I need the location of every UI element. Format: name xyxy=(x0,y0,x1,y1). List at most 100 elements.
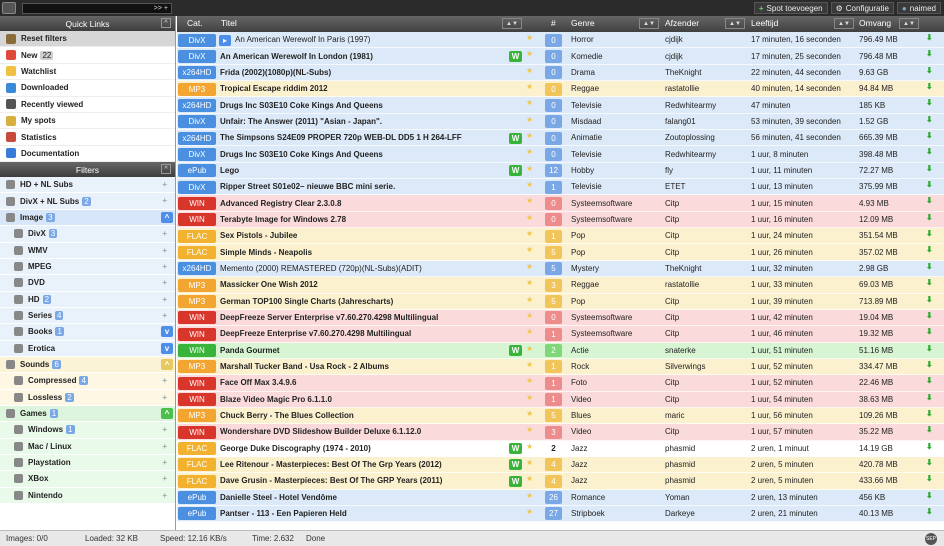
filter-item[interactable]: MPEG + xyxy=(0,258,175,276)
table-row[interactable]: DivX An American Werewolf In London (1981… xyxy=(177,48,944,65)
category-badge[interactable]: DivX xyxy=(178,33,216,47)
spot-title[interactable]: Simple Minds - Neapolis xyxy=(220,248,505,257)
table-row[interactable]: FLAC Lee Ritenour - Masterpieces: Best Of… xyxy=(177,456,944,474)
table-row[interactable]: x264HD The Simpsons S24E09 PROPER 720p WE… xyxy=(177,130,944,147)
sender-cell[interactable]: Darkeye xyxy=(665,509,695,518)
table-row[interactable]: x264HD Frida (2002)(1080p)(NL-Subs) ★ 0 Dram… xyxy=(177,64,944,82)
watchlist-star-icon[interactable]: ★ xyxy=(526,491,533,500)
download-arrow-icon[interactable]: ⬇ xyxy=(926,376,933,385)
header-age[interactable]: Leeftijd xyxy=(751,18,778,28)
category-badge[interactable]: WIN xyxy=(178,376,216,390)
download-arrow-icon[interactable]: ⬇ xyxy=(926,311,933,320)
spot-title[interactable]: An American Werewolf In London (1981) xyxy=(220,52,505,61)
download-arrow-icon[interactable]: ⬇ xyxy=(926,393,933,402)
header-title[interactable]: Titel xyxy=(221,18,237,28)
filter-item[interactable]: Lossless 2 + xyxy=(0,389,175,406)
download-arrow-icon[interactable]: ⬇ xyxy=(926,409,933,418)
filter-item[interactable]: HD 2 + xyxy=(0,291,175,308)
filter-item[interactable]: Erotica v xyxy=(0,340,175,357)
category-badge[interactable]: ePub xyxy=(178,491,216,505)
category-badge[interactable]: MP3 xyxy=(178,82,216,96)
spot-title[interactable]: Drugs Inc S03E10 Coke Kings And Queens xyxy=(220,150,505,159)
download-arrow-icon[interactable]: ⬇ xyxy=(926,49,933,58)
watchlist-star-icon[interactable]: ★ xyxy=(526,115,533,124)
watchlist-star-icon[interactable]: ★ xyxy=(526,98,533,107)
spot-title[interactable]: Danielle Steel - Hotel Vendôme xyxy=(220,493,505,502)
download-arrow-icon[interactable]: ⬇ xyxy=(926,229,933,238)
download-arrow-icon[interactable]: ⬇ xyxy=(926,180,933,189)
sender-cell[interactable]: ETET xyxy=(665,182,685,191)
filter-item[interactable]: DivX 3 + xyxy=(0,226,175,243)
category-badge[interactable]: x264HD xyxy=(178,262,216,276)
download-arrow-icon[interactable]: ⬇ xyxy=(926,458,933,467)
filter-item[interactable]: HD + NL Subs + xyxy=(0,177,175,194)
sort-size-icon[interactable]: ▲▼ xyxy=(899,18,919,29)
filter-toggle-icon[interactable]: v xyxy=(161,342,173,354)
watchlist-star-icon[interactable]: ★ xyxy=(526,295,533,304)
watchlist-star-icon[interactable]: ★ xyxy=(526,409,533,418)
category-badge[interactable]: DivX xyxy=(178,147,216,161)
category-badge[interactable]: WIN xyxy=(178,425,216,439)
spot-title[interactable]: Massicker One Wish 2012 xyxy=(220,280,505,289)
spot-title[interactable]: Lee Ritenour - Masterpieces: Best Of The… xyxy=(220,460,505,469)
download-arrow-icon[interactable]: ⬇ xyxy=(926,33,933,42)
download-arrow-icon[interactable]: ⬇ xyxy=(926,66,933,75)
watchlist-star-icon[interactable]: ★ xyxy=(526,507,533,516)
filter-item[interactable]: WMV + xyxy=(0,242,175,259)
sender-cell[interactable]: Silverwings xyxy=(665,362,705,371)
header-sender[interactable]: Afzender xyxy=(665,18,699,28)
table-row[interactable]: MP3 Chuck Berry - The Blues Collection ★ 5 B… xyxy=(177,407,944,425)
spot-title[interactable]: Chuck Berry - The Blues Collection xyxy=(220,411,505,420)
sender-cell[interactable]: cjdijk xyxy=(665,35,683,44)
table-row[interactable]: DivX Ripper Street S01e02– nieuwe BBC min… xyxy=(177,179,944,196)
download-arrow-icon[interactable]: ⬇ xyxy=(926,196,933,205)
watchlist-star-icon[interactable]: ★ xyxy=(526,33,533,42)
category-badge[interactable]: x264HD xyxy=(178,66,216,80)
sort-sender-icon[interactable]: ▲▼ xyxy=(725,18,745,29)
watchlist-star-icon[interactable]: ★ xyxy=(526,393,533,402)
filter-item[interactable]: Games 1 ^ xyxy=(0,405,175,423)
filter-add-icon[interactable]: + xyxy=(162,196,167,205)
sender-cell[interactable]: falang01 xyxy=(665,117,696,126)
table-row[interactable]: WIN DeepFreeze Enterprise v7.60.270.4298 … xyxy=(177,326,944,343)
sender-cell[interactable]: rastatollie xyxy=(665,84,699,93)
download-arrow-icon[interactable]: ⬇ xyxy=(926,295,933,304)
download-arrow-icon[interactable]: ⬇ xyxy=(926,262,933,271)
filter-add-icon[interactable]: + xyxy=(162,474,167,483)
filter-add-icon[interactable]: + xyxy=(162,262,167,271)
download-arrow-icon[interactable]: ⬇ xyxy=(926,147,933,156)
category-badge[interactable]: DivX xyxy=(178,49,216,63)
watchlist-star-icon[interactable]: ★ xyxy=(526,458,533,467)
watchlist-star-icon[interactable]: ★ xyxy=(526,164,533,173)
download-arrow-icon[interactable]: ⬇ xyxy=(926,491,933,500)
filter-toggle-icon[interactable]: v xyxy=(161,326,173,338)
quicklink-item[interactable]: New 22 xyxy=(0,47,175,64)
filter-add-icon[interactable]: + xyxy=(162,425,167,434)
sender-cell[interactable]: rastatollie xyxy=(665,280,699,289)
watchlist-star-icon[interactable]: ★ xyxy=(526,213,533,222)
table-row[interactable]: WIN Advanced Registry Clear 2.3.0.8 ★ 0 Syst… xyxy=(177,195,944,212)
sender-cell[interactable]: Citp xyxy=(665,248,679,257)
sort-age-icon[interactable]: ▲▼ xyxy=(834,18,854,29)
table-row[interactable]: FLAC Sex Pistols - Jubilee ★ 1 Pop Citp 1 uur,… xyxy=(177,228,944,245)
category-badge[interactable]: MP3 xyxy=(178,295,216,308)
filter-item[interactable]: Mac / Linux + xyxy=(0,438,175,455)
sender-cell[interactable]: TheKnight xyxy=(665,264,701,273)
download-arrow-icon[interactable]: ⬇ xyxy=(926,360,933,369)
table-row[interactable]: FLAC Simple Minds - Neapolis ★ 5 Pop Citp 1 uu… xyxy=(177,244,944,261)
category-badge[interactable]: DivX xyxy=(178,180,216,194)
watchlist-star-icon[interactable]: ★ xyxy=(526,425,533,434)
watchlist-star-icon[interactable]: ★ xyxy=(526,245,533,254)
sender-cell[interactable]: phasmid xyxy=(665,444,695,453)
watchlist-star-icon[interactable]: ★ xyxy=(526,49,533,58)
category-badge[interactable]: x264HD xyxy=(178,131,216,145)
sender-cell[interactable]: Citp xyxy=(665,329,679,338)
category-badge[interactable]: WIN xyxy=(178,344,216,358)
download-arrow-icon[interactable]: ⬇ xyxy=(926,425,933,434)
table-row[interactable]: x264HD Drugs Inc S03E10 Coke Kings And Qu… xyxy=(177,97,944,114)
table-row[interactable]: WIN Blaze Video Magic Pro 6.1.1.0 ★ 1 Video C… xyxy=(177,391,944,408)
spot-title[interactable]: Frida (2002)(1080p)(NL-Subs) xyxy=(220,68,505,77)
download-arrow-icon[interactable]: ⬇ xyxy=(926,327,933,336)
sender-cell[interactable]: cjdijk xyxy=(665,52,683,61)
table-row[interactable]: MP3 German TOP100 Single Charts (Jahresch… xyxy=(177,293,944,310)
